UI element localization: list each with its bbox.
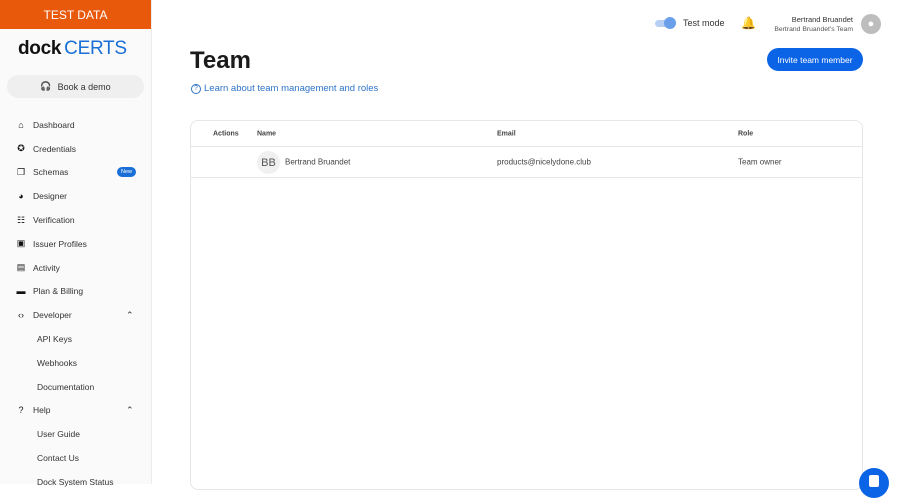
team-name: Bertrand Bruandet's Team <box>774 26 853 33</box>
sidebar-item-label: Plan & Billing <box>33 286 84 297</box>
sidebar-item-plan-billing[interactable]: ▬ Plan & Billing <box>0 280 152 304</box>
developer-icon: ‹› <box>18 310 24 321</box>
sidebar-item-label: Contact Us <box>37 453 80 464</box>
sidebar-item-label: Documentation <box>37 381 95 392</box>
schemas-icon: ❐ <box>16 166 26 177</box>
sidebar-item-dock-system-status[interactable]: Dock System Status <box>0 470 152 494</box>
book-demo-button[interactable]: 🎧 Book a demo <box>7 75 144 98</box>
bell-icon[interactable]: 🔔 <box>741 16 756 30</box>
sidebar-item-label: Verification <box>33 215 75 226</box>
sidebar-item-developer[interactable]: ‹› Developer ⌃ <box>0 303 152 327</box>
help-icon: ? <box>18 405 24 416</box>
new-badge: New <box>117 167 137 178</box>
sidebar-item-label: Dock System Status <box>37 476 114 487</box>
chevron-up-icon[interactable]: ⌃ <box>126 405 134 416</box>
col-email: Email <box>497 130 516 137</box>
sidebar-item-label: Webhooks <box>37 357 78 368</box>
sidebar-nav: ⌂ Dashboard ✪ Credentials ❐ Schemas New ◕ Design… <box>0 113 152 494</box>
logo[interactable]: dock CERTS <box>18 38 127 60</box>
sidebar-item-label: Dashboard <box>33 119 75 130</box>
user-menu[interactable]: Bertrand Bruandet Bertrand Bruandet's Te… <box>774 15 853 33</box>
headset-icon: 🎧 <box>40 81 52 91</box>
sidebar-item-activity[interactable]: ▤ Activity <box>0 256 152 280</box>
dashboard-icon: ⌂ <box>18 119 24 130</box>
table-header: Actions Name Email Role <box>191 121 862 147</box>
sidebar-item-user-guide[interactable]: User Guide <box>0 422 152 446</box>
user-name: Bertrand Bruandet <box>791 15 853 24</box>
sidebar-item-label: Designer <box>33 191 68 202</box>
sidebar-item-contact-us[interactable]: Contact Us <box>0 446 152 470</box>
sidebar-item-label: User Guide <box>37 429 80 440</box>
test-mode-label: Test mode <box>683 18 725 28</box>
member-role: Team owner <box>738 157 782 167</box>
member-avatar: BB <box>257 151 280 174</box>
sidebar-item-documentation[interactable]: Documentation <box>0 375 152 399</box>
issuer-profiles-icon: ▣ <box>16 238 26 249</box>
sidebar-item-dashboard[interactable]: ⌂ Dashboard <box>0 113 152 137</box>
page-title: Team <box>190 47 251 74</box>
col-role: Role <box>738 130 754 137</box>
sidebar-item-label: Issuer Profiles <box>33 238 87 249</box>
test-mode-toggle[interactable] <box>655 17 677 29</box>
sidebar-item-help[interactable]: ? Help ⌃ <box>0 399 152 423</box>
sidebar-item-webhooks[interactable]: Webhooks <box>0 351 152 375</box>
chevron-up-icon[interactable]: ⌃ <box>126 310 134 321</box>
col-name: Name <box>257 130 277 137</box>
sidebar-item-api-keys[interactable]: API Keys <box>0 327 152 351</box>
plan-billing-icon: ▬ <box>16 286 26 297</box>
sidebar-item-issuer-profiles[interactable]: ▣ Issuer Profiles <box>0 232 152 256</box>
user-avatar-icon[interactable]: ● <box>861 14 881 34</box>
member-name: Bertrand Bruandet <box>285 157 351 167</box>
table-row[interactable]: BB Bertrand Bruandet products@nicelydone… <box>191 147 862 178</box>
sidebar-item-verification[interactable]: ☷ Verification <box>0 208 152 232</box>
activity-icon: ▤ <box>16 262 26 273</box>
team-table: Actions Name Email Role BB Bertrand Brua… <box>190 120 863 490</box>
credentials-icon: ✪ <box>17 143 25 154</box>
sidebar: TEST DATA dock CERTS 🎧 Book a demo ⌂ Dashbo… <box>0 0 152 487</box>
help-circle-icon: ? <box>191 83 201 94</box>
col-actions: Actions <box>213 130 239 137</box>
designer-icon: ◕ <box>18 191 24 202</box>
member-email: products@nicelydone.club <box>497 157 591 167</box>
learn-link[interactable]: ? Learn about team management and roles <box>191 83 378 94</box>
sidebar-item-label: Activity <box>33 262 60 273</box>
sidebar-item-schemas[interactable]: ❐ Schemas New <box>0 161 152 185</box>
sidebar-item-credentials[interactable]: ✪ Credentials <box>0 137 152 161</box>
chat-button[interactable] <box>859 468 889 498</box>
test-data-banner: TEST DATA <box>0 0 151 29</box>
sidebar-item-label: API Keys <box>37 334 72 345</box>
sidebar-item-label: Schemas <box>33 167 69 178</box>
sidebar-item-label: Help <box>33 405 51 416</box>
sidebar-item-designer[interactable]: ◕ Designer <box>0 184 152 208</box>
sidebar-item-label: Developer <box>33 310 72 321</box>
verification-icon: ☷ <box>16 214 26 225</box>
sidebar-item-label: Credentials <box>33 143 76 154</box>
invite-team-member-button[interactable]: Invite team member <box>767 48 863 71</box>
